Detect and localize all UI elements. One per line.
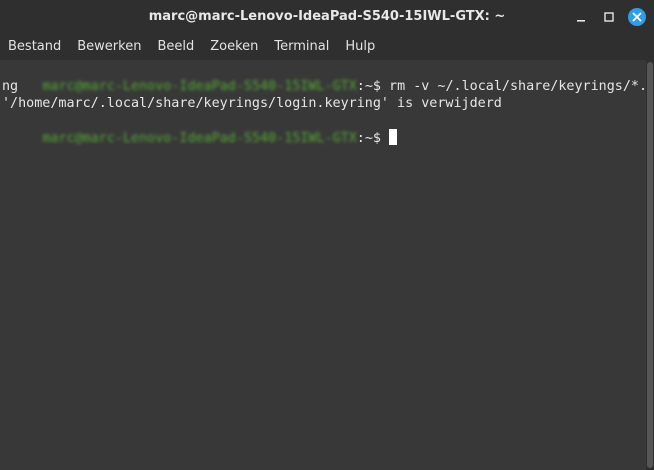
text-cursor [389,129,398,145]
minimize-button[interactable] [570,6,592,28]
close-icon [628,8,646,26]
menu-bestand[interactable]: Bestand [0,34,69,60]
prompt-user: marc@marc-Lenovo-IdeaPad-S540-15IWL-GTX [42,79,357,94]
terminal-output[interactable]: marc@marc-Lenovo-IdeaPad-S540-15IWL-GTX:… [0,60,654,470]
terminal-line-command: marc@marc-Lenovo-IdeaPad-S540-15IWL-GTX:… [0,61,654,94]
terminal-window: marc@marc-Lenovo-IdeaPad-S540-15IWL-GTX:… [0,0,654,470]
menu-beeld[interactable]: Beeld [149,34,202,60]
command-text: rm -v ~/.local/share/keyrings/*.keyri [389,79,654,94]
prompt-suffix: :~$ [356,131,390,146]
menu-bewerken[interactable]: Bewerken [69,34,149,60]
prompt-user: marc@marc-Lenovo-IdeaPad-S540-15IWL-GTX [42,131,357,146]
maximize-icon [604,12,614,22]
terminal-line-output: ng [2,79,19,94]
scrollbar-thumb[interactable] [647,62,653,468]
vertical-scrollbar[interactable] [646,60,654,470]
maximize-button[interactable] [598,6,620,28]
window-title: marc@marc-Lenovo-IdeaPad-S540-15IWL-GTX:… [148,9,506,24]
menu-bar: Bestand Bewerken Beeld Zoeken Terminal H… [0,34,654,60]
close-button[interactable] [626,6,648,28]
menu-terminal[interactable]: Terminal [266,34,337,60]
terminal-line-output: '/home/marc/.local/share/keyrings/login.… [2,96,502,111]
minimize-icon [577,20,585,22]
menu-hulp[interactable]: Hulp [337,34,383,60]
terminal-line-prompt: marc@marc-Lenovo-IdeaPad-S540-15IWL-GTX:… [0,112,398,146]
prompt-suffix: :~$ [356,79,390,94]
menu-zoeken[interactable]: Zoeken [202,34,266,60]
title-bar[interactable]: marc@marc-Lenovo-IdeaPad-S540-15IWL-GTX:… [0,0,654,34]
